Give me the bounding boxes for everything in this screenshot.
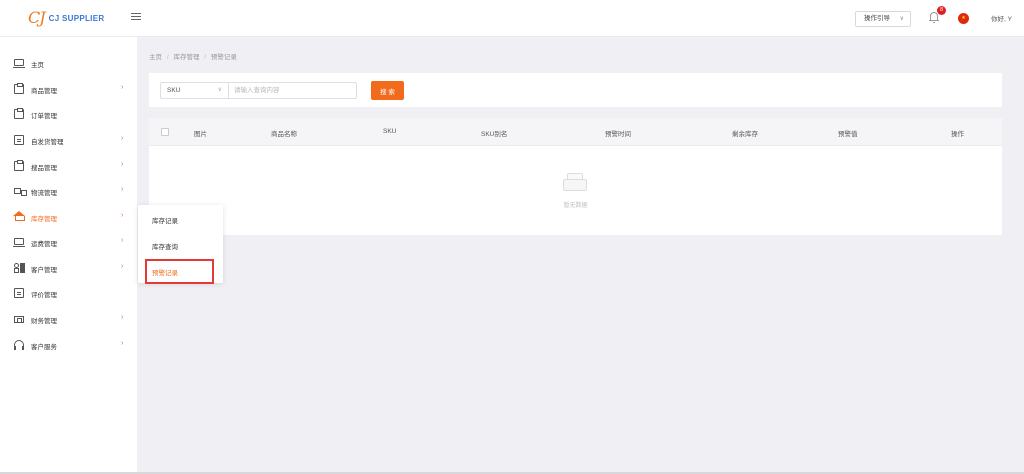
chevron-right-icon: › xyxy=(121,263,124,270)
sidebar-item-label: 自发货管理 xyxy=(31,139,64,146)
clipboard-icon xyxy=(14,108,24,119)
chevron-right-icon: › xyxy=(121,84,124,91)
table-header: 图片 商品名称 SKU SKU别名 预警时间 剩余库存 预警值 操作 xyxy=(149,118,1002,146)
warehouse-icon xyxy=(13,211,25,221)
column-header-sku-alias: SKU别名 xyxy=(481,131,508,138)
breadcrumb: 主页 / 库存管理 / 预警记录 xyxy=(149,51,240,61)
sidebar-item-label: 订单管理 xyxy=(31,113,57,120)
chevron-down-icon: ∨ xyxy=(899,16,904,22)
chevron-right-icon: › xyxy=(121,237,124,244)
sidebar-item-label: 运费管理 xyxy=(31,241,57,248)
sidebar-item-home[interactable]: 主页 xyxy=(0,53,137,73)
sidebar-item-products[interactable]: 商品管理 › xyxy=(0,79,137,99)
sidebar-item-sourcing[interactable]: 搜品管理 › xyxy=(0,156,137,176)
breadcrumb-current: 预警记录 xyxy=(210,54,237,61)
search-panel: SKU ∨ 搜 索 xyxy=(149,73,1002,107)
submenu-item-label: 库存记录 xyxy=(152,218,178,225)
monitor-icon xyxy=(13,59,25,68)
warning-records-table: 图片 商品名称 SKU SKU别名 预警时间 剩余库存 预警值 操作 暂无数据 xyxy=(149,118,1002,235)
sidebar: 主页 商品管理 › 订单管理 自发货管理 › 搜品管理 › 物流管理 › 库存管… xyxy=(0,37,137,474)
search-field-value: SKU xyxy=(167,87,181,94)
notification-badge: 8 xyxy=(937,6,946,15)
truck-icon xyxy=(14,188,27,196)
chevron-right-icon: › xyxy=(121,340,124,347)
headset-icon xyxy=(14,340,24,350)
logo[interactable]: CJ CJ SUPPLIER xyxy=(28,10,104,26)
china-flag-icon[interactable]: ★ xyxy=(958,13,969,24)
submenu-item-inventory-records[interactable]: 库存记录 xyxy=(138,207,223,231)
operation-guide-label: 操作引导 xyxy=(864,15,890,22)
sidebar-item-reviews[interactable]: 评价管理 xyxy=(0,283,137,303)
grid-icon xyxy=(14,263,24,273)
chevron-right-icon: › xyxy=(121,186,124,193)
breadcrumb-inventory[interactable]: 库存管理 xyxy=(173,54,199,61)
breadcrumb-separator: / xyxy=(166,54,169,61)
document-icon xyxy=(14,288,24,298)
chevron-right-icon: › xyxy=(121,314,124,321)
sidebar-item-self-shipping[interactable]: 自发货管理 › xyxy=(0,130,137,150)
wallet-icon xyxy=(14,316,24,323)
chevron-down-icon: ∨ xyxy=(217,87,222,93)
sidebar-item-label: 客户服务 xyxy=(31,344,57,351)
breadcrumb-home[interactable]: 主页 xyxy=(149,54,162,61)
document-icon xyxy=(14,135,24,145)
empty-box-icon xyxy=(563,173,587,191)
column-header-image: 图片 xyxy=(194,131,207,138)
sidebar-item-label: 物流管理 xyxy=(31,190,57,197)
sidebar-item-orders[interactable]: 订单管理 xyxy=(0,104,137,124)
sidebar-item-label: 商品管理 xyxy=(31,88,57,95)
submenu-item-label: 库存查询 xyxy=(152,244,178,251)
column-header-remaining-stock: 剩余库存 xyxy=(732,131,758,138)
sidebar-item-label: 客户管理 xyxy=(31,267,57,274)
sidebar-item-customers[interactable]: 客户管理 › xyxy=(0,258,137,278)
sidebar-item-label: 搜品管理 xyxy=(31,165,57,172)
breadcrumb-separator: / xyxy=(204,54,207,61)
sidebar-item-freight[interactable]: 运费管理 › xyxy=(0,232,137,252)
column-header-sku: SKU xyxy=(383,128,397,135)
operation-guide-dropdown[interactable]: 操作引导 ∨ xyxy=(855,11,911,27)
chevron-right-icon: › xyxy=(121,135,124,142)
column-header-actions: 操作 xyxy=(951,131,964,138)
sidebar-item-label: 评价管理 xyxy=(31,292,57,299)
clipboard-icon xyxy=(14,83,24,94)
chevron-right-icon: › xyxy=(121,161,124,168)
logo-text: CJ SUPPLIER xyxy=(48,13,105,23)
chevron-right-icon: › xyxy=(121,212,124,219)
sidebar-item-inventory[interactable]: 库存管理 › xyxy=(0,207,137,227)
search-button[interactable]: 搜 索 xyxy=(371,81,404,100)
column-header-product-name: 商品名称 xyxy=(271,131,297,138)
sidebar-item-label: 财务管理 xyxy=(31,318,57,325)
image-icon xyxy=(13,238,25,247)
annotation-highlight-box xyxy=(145,259,214,284)
sidebar-item-customer-service[interactable]: 客户服务 › xyxy=(0,335,137,355)
menu-collapse-icon[interactable] xyxy=(131,13,141,23)
search-field-select[interactable]: SKU ∨ xyxy=(160,82,228,99)
select-all-checkbox[interactable] xyxy=(161,128,169,136)
sidebar-item-label: 主页 xyxy=(31,62,44,69)
sidebar-item-finance[interactable]: 财务管理 › xyxy=(0,309,137,329)
top-bar: CJ CJ SUPPLIER 操作引导 ∨ 8 ★ 你好, Y xyxy=(0,0,1024,37)
sidebar-item-logistics[interactable]: 物流管理 › xyxy=(0,181,137,201)
user-greeting[interactable]: 你好, Y xyxy=(991,13,1012,23)
column-header-warning-value: 预警值 xyxy=(838,131,858,138)
column-header-warning-time: 预警时间 xyxy=(605,131,631,138)
search-input[interactable] xyxy=(228,82,357,99)
sidebar-item-label: 库存管理 xyxy=(31,216,57,223)
empty-state-text: 暂无数据 xyxy=(563,203,588,209)
logo-mark: CJ xyxy=(28,8,46,27)
submenu-item-inventory-query[interactable]: 库存查询 xyxy=(138,233,223,257)
clipboard-search-icon xyxy=(14,160,24,171)
